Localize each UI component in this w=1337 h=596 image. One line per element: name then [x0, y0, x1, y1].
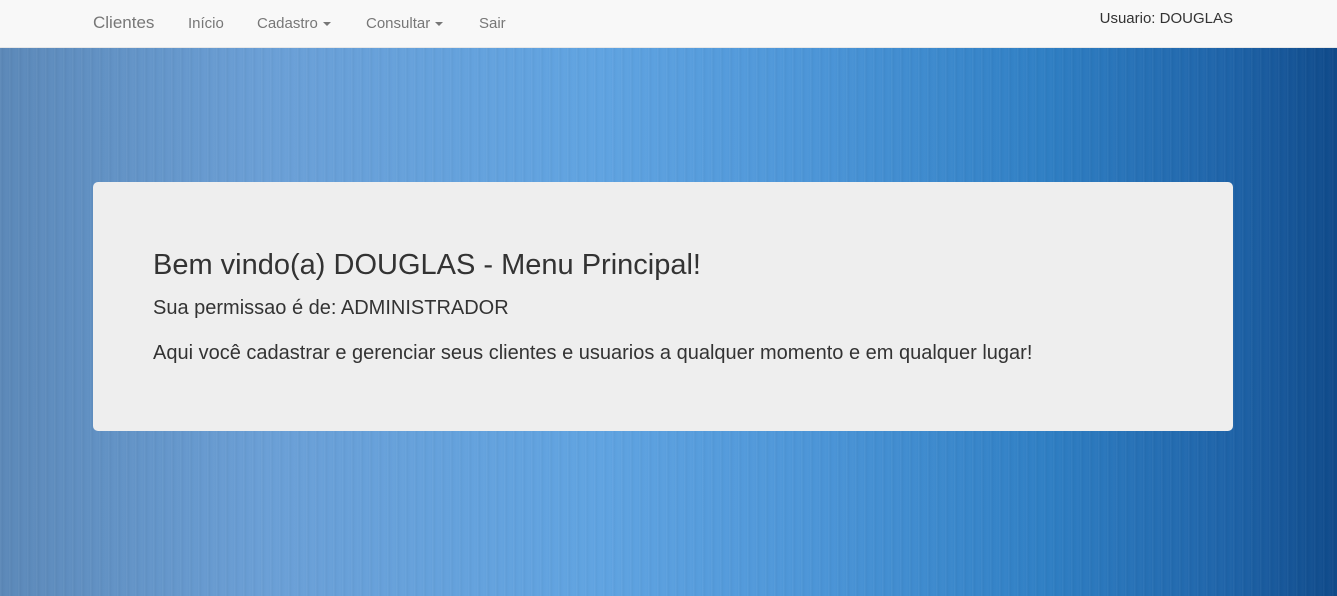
page-title: Bem vindo(a) DOUGLAS - Menu Principal!	[153, 249, 701, 281]
nav-item-label: Início	[188, 15, 224, 32]
nav-item-consultar[interactable]: Consultar	[366, 15, 444, 32]
nav-item-label: Sair	[479, 15, 506, 32]
caret-down-icon	[322, 22, 331, 27]
current-user-label: Usuario: DOUGLAS	[1099, 10, 1233, 27]
description-text: Aqui você cadastrar e gerenciar seus cli…	[153, 342, 1033, 364]
top-navbar: Clientes Início Cadastro Consultar Sair …	[0, 0, 1337, 48]
nav-item-sair[interactable]: Sair	[479, 15, 506, 32]
permission-text: Sua permissao é de: ADMINISTRADOR	[153, 297, 509, 319]
nav-item-cadastro[interactable]: Cadastro	[257, 15, 331, 32]
caret-down-icon	[435, 22, 444, 27]
nav-item-label: Consultar	[366, 15, 431, 32]
nav-item-inicio[interactable]: Início	[188, 15, 224, 32]
welcome-panel: Bem vindo(a) DOUGLAS - Menu Principal! S…	[93, 182, 1233, 431]
brand-link[interactable]: Clientes	[93, 13, 154, 33]
nav-item-label: Cadastro	[257, 15, 318, 32]
